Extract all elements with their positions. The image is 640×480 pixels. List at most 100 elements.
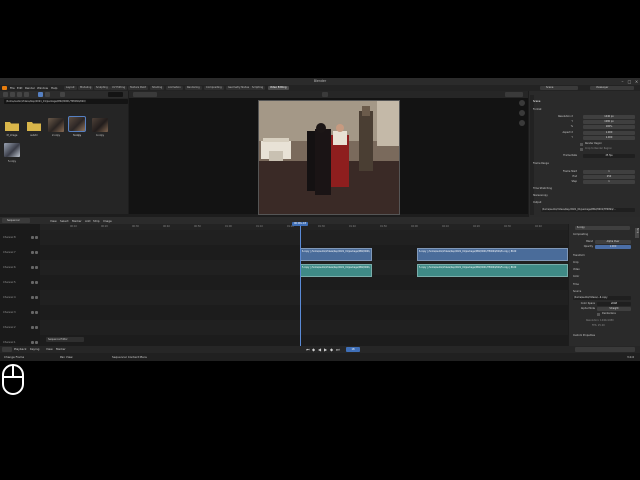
image-strip[interactable]: 6.copy | /home/audio/Videos/bsp/2021_01/…	[300, 248, 372, 261]
color-header[interactable]: Color	[573, 275, 579, 279]
channel-lock-icon[interactable]	[35, 341, 38, 344]
transform-header[interactable]: Transform	[573, 254, 585, 258]
deinterlace-checkbox[interactable]	[597, 313, 600, 316]
channel-track[interactable]	[40, 320, 568, 336]
channel-lock-icon[interactable]	[35, 296, 38, 299]
channel-mute-icon[interactable]	[31, 251, 34, 254]
channel-mute-icon[interactable]	[31, 281, 34, 284]
frame-range-header[interactable]: Frame Range	[533, 162, 549, 166]
view-layer-selector[interactable]: ViewLayer	[590, 86, 634, 90]
custom-properties-header[interactable]: Custom Properties	[573, 334, 595, 338]
blend-dropdown[interactable]: Alpha Over	[595, 240, 631, 244]
list-view-icon[interactable]	[45, 92, 50, 97]
pan-icon[interactable]	[519, 110, 525, 116]
directory-path-field[interactable]: /home/audio/Videos/bsp/2021_01/package/M…	[4, 99, 128, 104]
frame-end-field[interactable]: 250	[583, 175, 635, 179]
preview-mode-dropdown[interactable]	[133, 92, 157, 97]
editor-type-dropdown[interactable]: Sequencer	[2, 218, 30, 223]
channel-track[interactable]	[40, 275, 568, 291]
camera-icon[interactable]	[519, 120, 525, 126]
workspace-tab-uv-editing[interactable]: UV Editing	[110, 86, 128, 90]
resolution-x-field[interactable]: 1440 px	[583, 115, 635, 119]
workspace-tab-texture-paint[interactable]: Texture Paint	[128, 86, 149, 90]
file-item-thumbnail[interactable]	[48, 118, 64, 132]
compositing-header[interactable]: Compositing	[573, 233, 588, 237]
parent-dir-icon[interactable]	[17, 92, 22, 97]
playhead-line[interactable]	[300, 222, 301, 346]
current-frame-field[interactable]: 18	[346, 347, 360, 352]
output-path-field[interactable]: /home/audio/Videos/bsp/2021_01/package/M…	[541, 208, 635, 212]
file-item-folder[interactable]	[4, 119, 20, 132]
file-item-folder[interactable]	[26, 119, 42, 132]
workspace-tab-geometry-nodes[interactable]: Geometry Nodes	[226, 86, 252, 90]
sequencer-menu-strip[interactable]: Strip	[93, 219, 100, 223]
forward-icon[interactable]	[10, 92, 15, 97]
resolution-y-field[interactable]: 1080 px	[583, 120, 635, 124]
sequencer-menu-add[interactable]: Add	[85, 219, 90, 223]
image-strip[interactable]: 6.copy | /home/audio/Videos/bsp/2021_01/…	[417, 248, 568, 261]
frame-start-field[interactable]: 1	[583, 170, 635, 174]
image-strip[interactable]: 5.copy | /home/audio/Videos/bsp/2021_01/…	[300, 264, 372, 277]
channel-mute-icon[interactable]	[31, 326, 34, 329]
render-region-checkbox[interactable]	[580, 143, 583, 146]
thumbnail-view-icon[interactable]	[38, 92, 43, 97]
menu-render[interactable]: Render	[25, 86, 35, 90]
output-header[interactable]: Output	[533, 201, 541, 205]
jump-start-icon[interactable]: ⏮	[306, 347, 310, 352]
crop-header[interactable]: Crop	[573, 261, 579, 265]
frame-range-fields[interactable]	[575, 347, 635, 352]
strip-tab[interactable]: Strip	[635, 228, 639, 238]
filter-icon[interactable]	[60, 92, 65, 97]
format-panel-header[interactable]: Format	[533, 108, 541, 112]
workspace-tab-scripting[interactable]: Scripting	[250, 86, 266, 90]
workspace-tab-rendering[interactable]: Rendering	[185, 86, 202, 90]
close-icon[interactable]: ×	[634, 79, 639, 84]
workspace-tab-modeling[interactable]: Modeling	[78, 86, 94, 90]
channel-lock-icon[interactable]	[35, 266, 38, 269]
scene-selector[interactable]: Scene	[540, 86, 578, 90]
channel-track[interactable]	[40, 305, 568, 321]
menu-file[interactable]: File	[10, 86, 15, 90]
resolution-percent-field[interactable]: 100%	[583, 125, 635, 129]
workspace-tab-shading[interactable]: Shading	[150, 86, 165, 90]
crop-checkbox[interactable]	[580, 148, 583, 151]
file-item-thumbnail[interactable]	[4, 143, 20, 157]
display-channel-icon[interactable]	[322, 92, 328, 97]
image-strip[interactable]: 5.copy | /home/audio/Videos/bsp/2021_01/…	[417, 264, 568, 277]
channel-track[interactable]	[40, 230, 568, 246]
prev-keyframe-icon[interactable]: ◆	[312, 347, 315, 352]
channel-mute-icon[interactable]	[31, 341, 34, 344]
frame-rate-dropdown[interactable]: 25 fps	[583, 154, 635, 158]
source-path-field[interactable]: /home/audio/Videos/...6.copy	[573, 296, 631, 300]
channel-mute-icon[interactable]	[31, 311, 34, 314]
time-header[interactable]: Time	[573, 283, 579, 287]
play-icon[interactable]: ▶	[324, 347, 327, 352]
menu-window[interactable]: Window	[37, 86, 48, 90]
file-search-input[interactable]	[108, 92, 123, 97]
menu-help[interactable]: Help	[51, 86, 57, 90]
color-space-dropdown[interactable]: sRGB	[597, 302, 631, 306]
channel-mute-icon[interactable]	[31, 236, 34, 239]
channel-track[interactable]	[40, 290, 568, 306]
time-stretching-header[interactable]: Time Stretching	[533, 187, 552, 191]
minimize-icon[interactable]: –	[620, 79, 625, 84]
timeline-view-menu[interactable]: View	[46, 347, 53, 351]
sequencer-menu-image[interactable]: Image	[103, 219, 112, 223]
channel-lock-icon[interactable]	[35, 311, 38, 314]
workspace-tab-animation[interactable]: Animation	[166, 86, 183, 90]
maximize-icon[interactable]: □	[627, 79, 632, 84]
workspace-tab-layout[interactable]: Layout	[64, 86, 77, 90]
workspace-tab-video-editing[interactable]: Video Editing	[268, 86, 289, 90]
keying-menu[interactable]: Keying	[30, 347, 39, 351]
timeline-editor-type-dropdown[interactable]	[2, 347, 12, 352]
file-item-thumbnail-selected[interactable]	[68, 116, 86, 132]
back-icon[interactable]	[3, 92, 8, 97]
sequencer-menu-select[interactable]: Select	[60, 219, 69, 223]
jump-end-icon[interactable]: ⏭	[336, 347, 340, 352]
channel-lock-icon[interactable]	[35, 281, 38, 284]
alpha-mode-dropdown[interactable]: Straight	[597, 307, 631, 311]
source-header[interactable]: Source	[573, 290, 581, 294]
strip-name-field[interactable]: 6.copy	[575, 226, 630, 230]
file-item-thumbnail[interactable]	[92, 118, 108, 132]
preview-overlay-dropdown[interactable]	[505, 92, 523, 97]
